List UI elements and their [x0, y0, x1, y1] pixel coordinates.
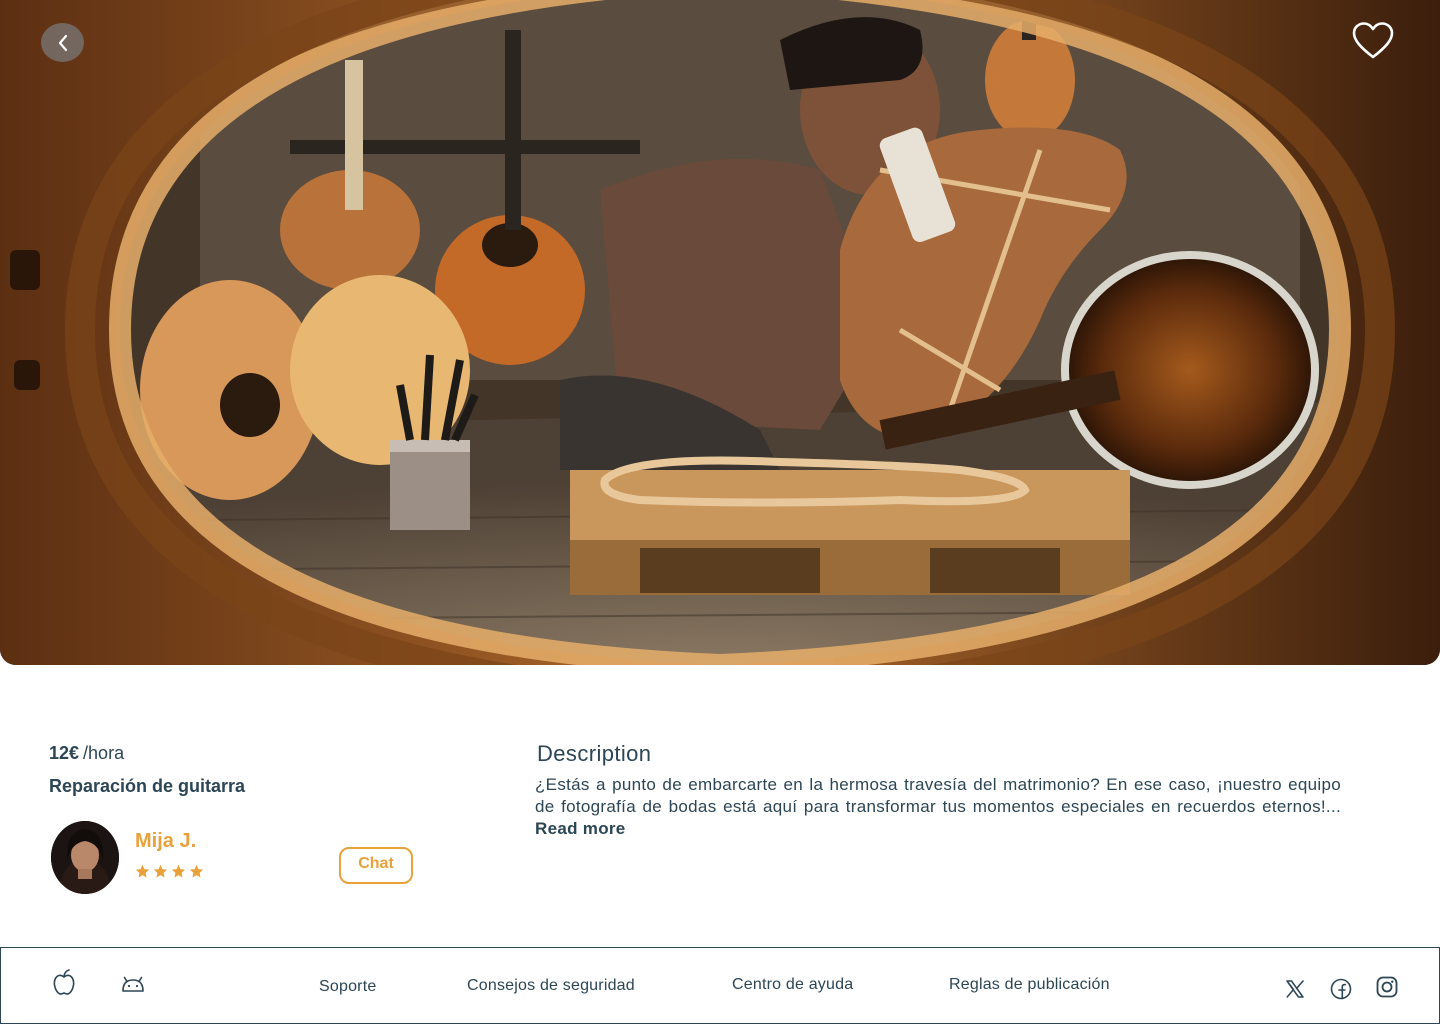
rating-stars [135, 864, 204, 879]
footer-link-consejos-seguridad[interactable]: Consejos de seguridad [467, 977, 635, 995]
favorite-button[interactable] [1352, 22, 1394, 60]
star-icon [153, 864, 168, 878]
description-body: ¿Estás a punto de embarcarte en la hermo… [535, 775, 1341, 816]
star-icon [189, 864, 204, 878]
provider-name[interactable]: Mija J. [135, 830, 196, 853]
instagram-icon[interactable] [1376, 976, 1398, 998]
avatar[interactable] [51, 821, 119, 894]
description-text: ¿Estás a punto de embarcarte en la hermo… [535, 774, 1341, 840]
star-icon [135, 864, 150, 878]
footer-link-reglas-publicacion[interactable]: Reglas de publicación [949, 976, 1110, 994]
hero-image [0, 0, 1440, 665]
price: 12€/hora [49, 743, 124, 764]
workshop-photo [0, 0, 1440, 665]
apple-icon[interactable] [53, 969, 75, 995]
back-button[interactable] [41, 23, 84, 62]
price-unit: /hora [83, 743, 125, 763]
star-icon [171, 864, 186, 878]
x-icon[interactable] [1285, 979, 1305, 999]
chevron-left-icon [58, 34, 67, 51]
avatar-photo [51, 821, 119, 894]
android-icon[interactable] [121, 973, 145, 993]
footer: Soporte Consejos de seguridad Centro de … [0, 947, 1440, 1024]
service-title: Reparación de guitarra [49, 776, 246, 796]
price-amount: 12€ [49, 743, 80, 763]
chat-button[interactable]: Chat [339, 847, 413, 884]
heart-icon [1352, 22, 1394, 59]
footer-link-centro-ayuda[interactable]: Centro de ayuda [732, 976, 853, 994]
read-more-link[interactable]: Read more [535, 819, 626, 838]
description-title: Description [537, 741, 652, 766]
footer-link-soporte[interactable]: Soporte [319, 978, 376, 996]
facebook-icon[interactable] [1330, 978, 1352, 1000]
